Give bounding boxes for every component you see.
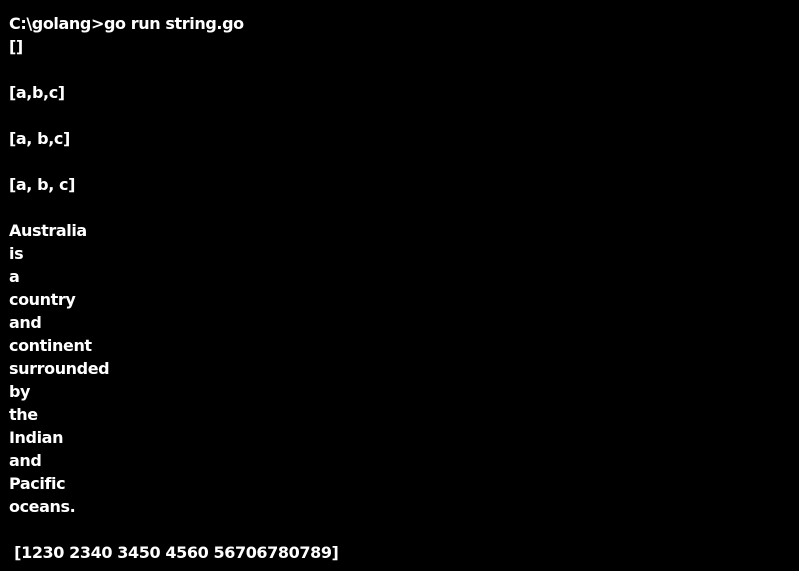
output-line: and bbox=[9, 451, 42, 470]
output-line: Australia bbox=[9, 221, 87, 240]
output-line: [] bbox=[9, 37, 23, 56]
output-line: surrounded bbox=[9, 359, 110, 378]
output-line: Indian bbox=[9, 428, 64, 447]
output-line: is bbox=[9, 244, 24, 263]
command-line: C:\golang>go run string.go bbox=[9, 14, 244, 33]
output-line: country bbox=[9, 290, 76, 309]
output-line: and bbox=[9, 313, 42, 332]
output-line: continent bbox=[9, 336, 92, 355]
output-line: a bbox=[9, 267, 20, 286]
output-line: Pacific bbox=[9, 474, 66, 493]
output-line: [a, b, c] bbox=[9, 175, 76, 194]
output-line: oceans. bbox=[9, 497, 76, 516]
output-line: [a,b,c] bbox=[9, 83, 65, 102]
output-line: the bbox=[9, 405, 38, 424]
output-line: [1230 2340 3450 4560 56706780789] bbox=[9, 543, 339, 562]
terminal-output: C:\golang>go run string.go [] [a,b,c] [a… bbox=[9, 12, 789, 564]
output-line: by bbox=[9, 382, 31, 401]
output-line: [a, b,c] bbox=[9, 129, 70, 148]
